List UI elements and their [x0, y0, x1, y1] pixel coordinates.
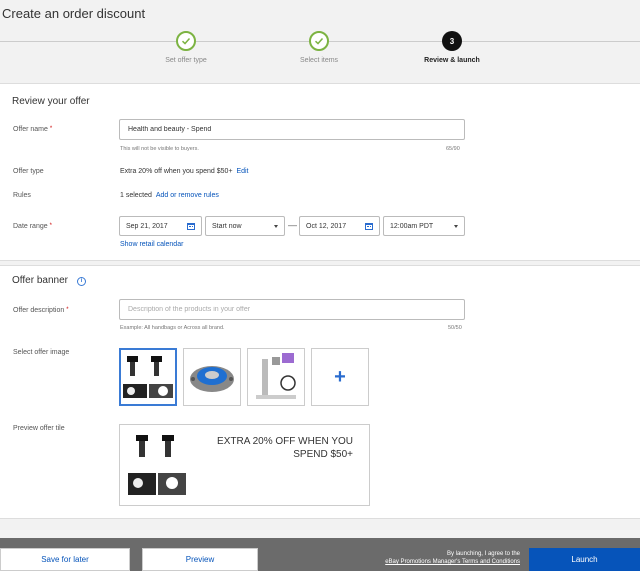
calendar-icon	[365, 222, 373, 230]
end-date-picker[interactable]: Oct 12, 2017	[299, 216, 380, 236]
offer-image-thumb-headlights[interactable]	[119, 348, 177, 406]
end-time-select[interactable]: 12:00am PDT	[383, 216, 465, 236]
section-title: Offer banner	[12, 275, 68, 286]
start-date-value: Sep 21, 2017	[126, 222, 168, 230]
end-time-value: 12:00am PDT	[390, 222, 434, 230]
offer-tile-preview: EXTRA 20% OFF WHEN YOU SPEND $50+	[119, 424, 370, 506]
chevron-down-icon	[274, 224, 278, 228]
show-retail-calendar-link[interactable]: Show retail calendar	[120, 241, 183, 248]
terms-link[interactable]: eBay Promotions Manager's Terms and Cond…	[385, 558, 520, 566]
chevron-down-icon	[454, 224, 458, 228]
water-filter-image	[248, 349, 304, 405]
step-number: 3	[442, 31, 462, 51]
offer-image-thumb-wheel-hub[interactable]	[183, 348, 241, 406]
date-separator: —	[288, 220, 297, 230]
offer-name-hint: This will not be visible to buyers.	[120, 146, 199, 152]
start-time-select[interactable]: Start now	[205, 216, 285, 236]
preview-offer-text: EXTRA 20% OFF WHEN YOU SPEND $50+	[217, 436, 353, 460]
launch-agreement: By launching, I agree to the eBay Promot…	[385, 550, 520, 566]
info-icon[interactable]: i	[77, 277, 86, 286]
step-label: Review & launch	[424, 57, 480, 64]
save-for-later-button[interactable]: Save for later	[0, 548, 130, 571]
step-set-offer-type[interactable]: Set offer type	[136, 31, 236, 64]
start-time-value: Start now	[212, 222, 242, 230]
date-range-label: Date range *	[13, 223, 52, 230]
wheel-hub-image	[184, 349, 240, 405]
check-icon	[176, 31, 196, 51]
progress-stepper: Set offer type Select items 3 Review & l…	[0, 28, 640, 74]
offer-description-hint: Example: All handbags or Across all bran…	[120, 325, 225, 331]
add-remove-rules-link[interactable]: Add or remove rules	[156, 192, 219, 199]
page-title: Create an order discount	[2, 6, 146, 21]
led-headlight-image	[121, 350, 175, 404]
end-date-value: Oct 12, 2017	[306, 222, 347, 230]
offer-name-input[interactable]	[119, 119, 465, 140]
select-offer-image-label: Select offer image	[13, 349, 70, 356]
offer-description-count: 50/50	[448, 325, 462, 331]
calendar-icon	[187, 222, 195, 230]
edit-offer-type-link[interactable]: Edit	[236, 168, 248, 175]
preview-offer-tile-label: Preview offer tile	[13, 425, 65, 432]
add-offer-image-button[interactable]: +	[311, 348, 369, 406]
step-label: Select items	[299, 57, 339, 64]
offer-name-count: 65/90	[446, 146, 460, 152]
preview-headlight-image	[128, 435, 186, 495]
step-select-items[interactable]: Select items	[269, 31, 369, 64]
offer-type-value: Extra 20% off when you spend $50+ Edit	[120, 168, 249, 175]
launch-button[interactable]: Launch	[529, 548, 640, 571]
start-date-picker[interactable]: Sep 21, 2017	[119, 216, 202, 236]
preview-button[interactable]: Preview	[142, 548, 258, 571]
check-icon	[309, 31, 329, 51]
section-title: Review your offer	[12, 96, 90, 107]
step-label: Set offer type	[165, 57, 207, 64]
offer-name-label: Offer name *	[13, 126, 53, 133]
offer-image-thumb-water-filter[interactable]	[247, 348, 305, 406]
step-review-launch: 3 Review & launch	[402, 31, 502, 64]
agreement-text: By launching, I agree to the	[446, 551, 520, 557]
rules-label: Rules	[13, 192, 31, 199]
offer-description-label: Offer description *	[13, 307, 69, 314]
action-footer: Save for later Preview By launching, I a…	[0, 538, 640, 571]
offer-type-label: Offer type	[13, 168, 44, 175]
offer-description-input[interactable]	[119, 299, 465, 320]
review-offer-panel: Review your offer Offer name * This will…	[0, 83, 640, 261]
rules-value: 1 selected Add or remove rules	[120, 192, 219, 199]
